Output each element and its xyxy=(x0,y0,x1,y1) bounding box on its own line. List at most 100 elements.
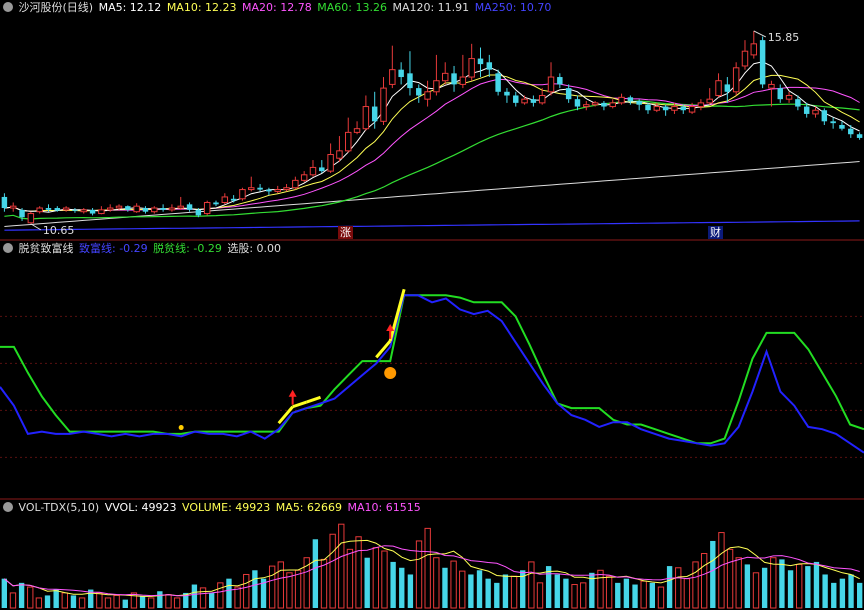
volume-bar-up xyxy=(199,587,207,609)
volume-bar-up xyxy=(726,548,734,609)
volume-bar-up xyxy=(27,586,34,609)
vol-ma10-label: MA10: 61515 xyxy=(347,501,421,514)
volume-bar-up xyxy=(286,572,293,609)
volume-bar-up xyxy=(752,572,760,609)
volume-bar-down xyxy=(554,574,560,608)
candle-up xyxy=(653,106,661,111)
volume-bar-up xyxy=(268,565,276,609)
candle-up xyxy=(300,174,308,181)
candle-up xyxy=(671,106,678,111)
candle-down xyxy=(795,99,801,107)
volume-bar-up xyxy=(528,561,535,609)
candle-up xyxy=(62,207,70,211)
candle-up xyxy=(521,98,528,104)
volume-bar-down xyxy=(632,584,638,608)
candle-up xyxy=(345,131,352,152)
signal-segment xyxy=(388,288,406,342)
candle-up xyxy=(203,201,211,215)
volume-indicator-name: VOL-TDX(5,10) xyxy=(18,501,100,514)
volume-bar-up xyxy=(571,584,578,609)
candle-up xyxy=(151,207,158,213)
candle-up xyxy=(459,76,467,85)
candle-up xyxy=(221,196,229,203)
candle-up xyxy=(389,69,396,85)
rich-line-label: 致富线: -0.29 xyxy=(79,242,148,255)
candle-up xyxy=(715,80,722,96)
low-marker-line xyxy=(30,223,42,231)
candle-down xyxy=(486,62,493,70)
volume-bar-up xyxy=(113,594,120,609)
kline-chart[interactable]: 15.85 10.65 沙河股份(日线) MA5: 12.12 MA10: 12.… xyxy=(0,0,864,610)
chart-canvas[interactable]: 15.85 10.65 xyxy=(0,0,864,610)
candle-up xyxy=(106,207,114,211)
volume-bar-down xyxy=(787,570,794,608)
finance-tag[interactable]: 财 xyxy=(708,226,723,239)
candle-down xyxy=(645,104,651,111)
candle-up xyxy=(283,187,290,191)
volume-bar-down xyxy=(839,578,846,608)
volume-bar-down xyxy=(1,578,7,608)
candle-down xyxy=(451,73,457,85)
rise-tag[interactable]: 涨 xyxy=(338,226,353,239)
candle-down xyxy=(230,198,237,201)
candle-up xyxy=(688,106,696,113)
volume-bar-down xyxy=(813,561,820,608)
candle-down xyxy=(530,99,537,103)
volume-bar-down xyxy=(545,566,552,608)
volume-bar-up xyxy=(294,569,302,609)
volume-bar-down xyxy=(649,582,655,608)
candle-up xyxy=(697,102,705,108)
volume-bar-down xyxy=(805,566,811,608)
volume-bar-up xyxy=(700,553,708,609)
poor-line xyxy=(0,294,864,445)
volume-bar-up xyxy=(770,557,777,609)
candle-down xyxy=(416,88,422,96)
candle-up xyxy=(538,94,546,104)
candle-up xyxy=(732,67,740,93)
volume-panel-header: VOL-TDX(5,10) VVOL: 49923 VOLUME: 49923 … xyxy=(0,500,423,516)
volume-bar-down xyxy=(494,582,500,608)
volume-bar-down xyxy=(502,574,509,608)
gear-icon[interactable] xyxy=(3,2,13,12)
ma60-label: MA60: 13.26 xyxy=(317,1,387,14)
volume-bar-down xyxy=(209,592,215,608)
candle-up xyxy=(768,83,775,89)
candle-up xyxy=(424,91,431,100)
candle-down xyxy=(830,121,836,124)
gear-icon[interactable] xyxy=(3,243,13,253)
gear-icon[interactable] xyxy=(3,502,13,512)
volume-bar-down xyxy=(848,574,854,608)
candle-down xyxy=(89,209,96,214)
high-marker-line xyxy=(753,30,767,38)
volume-bar-down xyxy=(857,582,863,608)
volume-bar-down xyxy=(710,540,716,608)
volume-bar-down xyxy=(476,570,483,608)
candle-up xyxy=(609,102,616,108)
ma250-line xyxy=(4,220,860,231)
candle-down xyxy=(1,196,8,209)
volume-bar-up xyxy=(35,597,43,609)
volume-bar-down xyxy=(442,567,448,608)
volume-bar-up xyxy=(605,575,613,609)
volume-bar-down xyxy=(312,539,319,608)
volume-bar-up xyxy=(657,586,665,609)
volume-bar-up xyxy=(78,597,86,609)
dot-marker xyxy=(178,425,184,431)
candle-up xyxy=(353,128,361,133)
volume-bar-up xyxy=(148,597,155,609)
candle-up xyxy=(812,109,819,115)
ma120-label: MA120: 11.91 xyxy=(392,1,470,14)
candle-down xyxy=(636,101,642,105)
pick-label: 选股: 0.00 xyxy=(227,242,282,255)
volume-bar-up xyxy=(675,567,682,609)
candle-up xyxy=(618,96,625,104)
candle-down xyxy=(19,209,25,218)
volume-bar-down xyxy=(407,574,414,608)
stock-title: 沙河股份(日线) xyxy=(18,1,94,14)
volume-bar-up xyxy=(234,586,241,609)
candle-up xyxy=(468,58,475,78)
candle-up xyxy=(248,187,255,191)
candle-down xyxy=(142,208,149,212)
candle-up xyxy=(750,43,758,56)
candle-up xyxy=(133,205,140,213)
